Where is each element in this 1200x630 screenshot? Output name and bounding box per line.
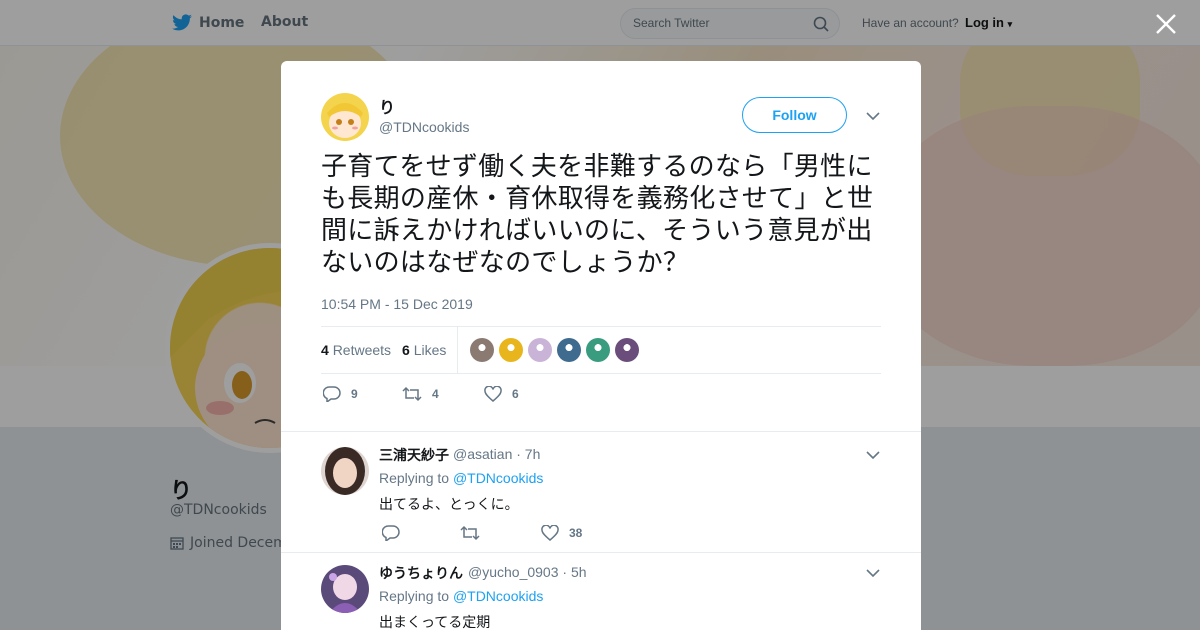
author-handle[interactable]: @TDNcookids [379, 119, 469, 135]
reply-action[interactable]: 9 [323, 386, 358, 402]
author-avatar[interactable] [321, 93, 369, 141]
reply-icon [382, 525, 400, 541]
stats-divider [457, 327, 458, 373]
likes-stat[interactable]: 6 Likes [402, 342, 446, 358]
retweets-label: Retweets [332, 342, 392, 358]
chevron-down-icon[interactable] [866, 450, 880, 460]
likes-count: 6 [402, 342, 410, 358]
reply-avatar[interactable] [321, 565, 369, 613]
replies-top-divider [281, 431, 921, 432]
replying-prefix: Replying to [379, 588, 450, 604]
retweet-count: 4 [432, 387, 439, 401]
retweet-icon [460, 525, 480, 541]
reply-time[interactable]: · 7h [516, 446, 540, 462]
reply-avatar-photo [321, 447, 369, 495]
like-action[interactable]: 38 [541, 525, 582, 541]
retweet-icon [402, 386, 422, 402]
author-name[interactable]: り [379, 94, 395, 118]
follow-label: Follow [772, 107, 817, 123]
reply-text: 出まくってる定期 [379, 615, 491, 630]
reply-time[interactable]: · 5h [562, 564, 586, 580]
liker-avatar[interactable] [615, 338, 639, 362]
liker-avatar[interactable] [586, 338, 610, 362]
retweet-action[interactable]: 4 [402, 386, 439, 402]
retweets-count: 4 [321, 342, 329, 358]
chevron-down-icon[interactable] [866, 111, 880, 121]
tweet-stats: 4 Retweets 6 Likes [321, 326, 881, 374]
liker-avatar[interactable] [499, 338, 523, 362]
like-action[interactable]: 6 [484, 386, 519, 402]
reply-author-name[interactable]: 三浦天紗子 [379, 445, 449, 465]
replying-to: Replying to @TDNcookids [379, 588, 543, 604]
close-icon[interactable] [1154, 12, 1178, 36]
replying-prefix: Replying to [379, 470, 450, 486]
reply-avatar-photo [321, 565, 369, 613]
author-avatar-illustration [321, 93, 369, 141]
chevron-down-icon[interactable] [866, 568, 880, 578]
like-count: 6 [512, 387, 519, 401]
reply-author-name[interactable]: ゆうちょりん [379, 563, 463, 583]
tweet-modal: り @TDNcookids Follow 子育てをせず働く夫を非難するのなら「男… [281, 61, 921, 630]
heart-icon [484, 386, 502, 402]
replying-to-link[interactable]: @TDNcookids [453, 588, 543, 604]
follow-button[interactable]: Follow [742, 97, 847, 133]
reply-author-meta: @yucho_0903 · 5h [468, 564, 587, 580]
reply-author-handle[interactable]: @asatian [453, 446, 512, 462]
reply-action[interactable] [382, 525, 400, 541]
reply-text: 出てるよ、とっくに。 [379, 497, 519, 513]
replying-to: Replying to @TDNcookids [379, 470, 543, 486]
reply-author-meta: @asatian · 7h [453, 446, 540, 462]
tweet-text: 子育てをせず働く夫を非難するのなら「男性にも長期の産休・育休取得を義務化させて」… [321, 152, 874, 278]
retweet-action[interactable] [460, 525, 480, 541]
like-count: 38 [569, 526, 583, 540]
likes-label: Likes [413, 342, 447, 358]
reply-author-handle[interactable]: @yucho_0903 [468, 564, 559, 580]
liker-avatar[interactable] [557, 338, 581, 362]
reply-divider [281, 552, 921, 553]
liker-avatar[interactable] [528, 338, 552, 362]
heart-icon [541, 525, 559, 541]
reply-icon [323, 386, 341, 402]
tweet-timestamp[interactable]: 10:54 PM - 15 Dec 2019 [321, 296, 473, 312]
retweets-stat[interactable]: 4 Retweets [321, 342, 391, 358]
reply-avatar[interactable] [321, 447, 369, 495]
liker-avatar[interactable] [470, 338, 494, 362]
replying-to-link[interactable]: @TDNcookids [453, 470, 543, 486]
reply-count: 9 [351, 387, 358, 401]
